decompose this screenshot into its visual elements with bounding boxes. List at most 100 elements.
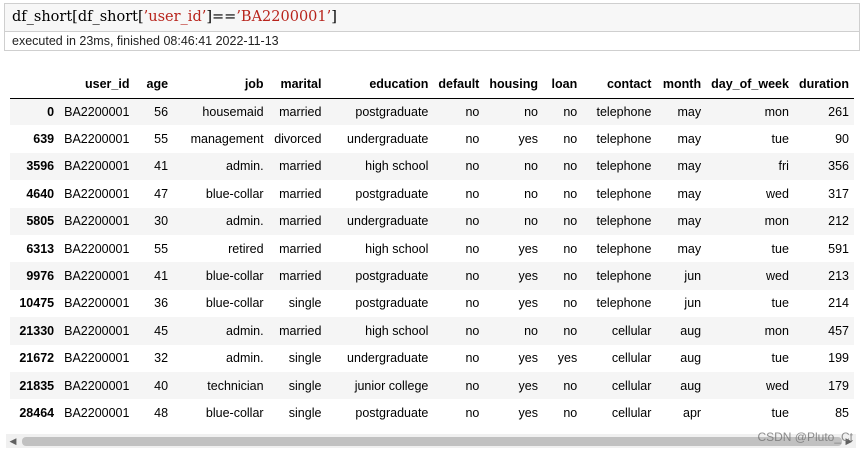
cell-default: no [465, 269, 480, 284]
cell-loan: no [563, 132, 578, 147]
cell-contact: telephone [596, 159, 652, 174]
cell-default: no [465, 405, 480, 420]
cell-loan: no [563, 186, 578, 201]
cell-user-id: BA2200001 [64, 241, 130, 256]
execution-info: executed in 23ms, finished 08:46:41 2022… [4, 32, 860, 51]
table-row: 21672 BA2200001 32 admin. single undergraduat… [10, 345, 854, 372]
cell-job: retired [228, 241, 264, 256]
cell-education: high school [365, 323, 429, 338]
dataframe-table: user_id age job marital education default hous… [10, 70, 854, 427]
cell-housing: yes [518, 378, 538, 393]
cell-day-of-week: tue [771, 241, 789, 256]
cell-duration: 591 [828, 241, 849, 256]
table-row: 6313 BA2200001 55 retired married high school… [10, 235, 854, 262]
scroll-thumb[interactable] [22, 437, 842, 446]
row-index: 4640 [26, 186, 55, 201]
code-cell-input[interactable]: df_short[df_short[’user_id’]==’BA2200001… [4, 3, 860, 32]
cell-default: no [465, 323, 480, 338]
cell-month: may [677, 104, 702, 119]
cell-contact: cellular [611, 378, 652, 393]
cell-contact: telephone [596, 104, 652, 119]
code-prefix: df_short[df_short[ [12, 9, 144, 25]
cell-education: undergraduate [347, 351, 429, 366]
cell-education: junior college [354, 378, 429, 393]
cell-marital: single [288, 378, 322, 393]
cell-housing: no [524, 214, 538, 229]
cell-contact: telephone [596, 214, 652, 229]
code-middle: ]== [206, 9, 237, 25]
cell-day-of-week: tue [771, 351, 789, 366]
cell-duration: 179 [828, 378, 849, 393]
cell-job: blue-collar [205, 186, 264, 201]
cell-day-of-week: mon [764, 104, 789, 119]
cell-education: high school [365, 159, 429, 174]
column-header-month: month [656, 70, 707, 99]
cell-month: aug [680, 351, 702, 366]
cell-housing: no [524, 104, 538, 119]
cell-month: may [677, 159, 702, 174]
cell-loan: no [563, 269, 578, 284]
cell-age: 47 [154, 186, 169, 201]
cell-housing: no [524, 186, 538, 201]
cell-day-of-week: tue [771, 132, 789, 147]
cell-day-of-week: mon [764, 323, 789, 338]
code-suffix: ] [331, 9, 337, 25]
cell-marital: married [279, 104, 322, 119]
cell-housing: yes [518, 241, 538, 256]
cell-job: blue-collar [205, 296, 264, 311]
cell-job: admin. [226, 351, 264, 366]
cell-user-id: BA2200001 [64, 405, 130, 420]
cell-duration: 356 [828, 159, 849, 174]
row-index: 21835 [19, 378, 55, 393]
cell-marital: single [288, 351, 322, 366]
table-row: 0 BA2200001 56 housemaid married postgraduate… [10, 98, 854, 126]
table-row: 10475 BA2200001 36 blue-collar single postgra… [10, 290, 854, 317]
cell-day-of-week: tue [771, 296, 789, 311]
cell-day-of-week: wed [766, 378, 789, 393]
cell-duration: 214 [828, 296, 849, 311]
cell-marital: married [279, 323, 322, 338]
cell-default: no [465, 351, 480, 366]
cell-contact: telephone [596, 296, 652, 311]
cell-contact: telephone [596, 241, 652, 256]
row-index: 28464 [19, 405, 55, 420]
cell-duration: 457 [828, 323, 849, 338]
cell-education: undergraduate [347, 214, 429, 229]
cell-contact: cellular [611, 405, 652, 420]
cell-month: may [677, 186, 702, 201]
row-index: 10475 [19, 296, 55, 311]
cell-month: aug [680, 378, 702, 393]
column-header-education: education [326, 70, 434, 99]
scroll-left-arrow-icon[interactable]: ◀ [6, 434, 20, 448]
cell-age: 45 [154, 323, 169, 338]
cell-job: management [190, 132, 264, 147]
cell-default: no [465, 214, 480, 229]
cell-marital: married [279, 214, 322, 229]
cell-duration: 317 [828, 186, 849, 201]
cell-loan: no [563, 214, 578, 229]
cell-age: 36 [154, 296, 169, 311]
cell-duration: 213 [828, 269, 849, 284]
row-index: 21672 [19, 351, 55, 366]
cell-user-id: BA2200001 [64, 269, 130, 284]
row-index: 0 [47, 104, 55, 119]
horizontal-scrollbar[interactable]: ◀ ▶ [6, 434, 856, 448]
code-string-value: ’BA2200001’ [236, 9, 332, 25]
cell-default: no [465, 159, 480, 174]
cell-marital: married [279, 159, 322, 174]
cell-marital: married [279, 241, 322, 256]
cell-day-of-week: wed [766, 186, 789, 201]
cell-marital: single [288, 296, 322, 311]
cell-marital: married [279, 186, 322, 201]
cell-user-id: BA2200001 [64, 186, 130, 201]
cell-education: high school [365, 241, 429, 256]
cell-month: may [677, 132, 702, 147]
cell-job: blue-collar [205, 405, 264, 420]
cell-loan: no [563, 323, 578, 338]
cell-duration: 199 [828, 351, 849, 366]
cell-age: 32 [154, 351, 169, 366]
cell-contact: telephone [596, 269, 652, 284]
cell-education: postgraduate [355, 104, 429, 119]
cell-user-id: BA2200001 [64, 214, 130, 229]
cell-housing: yes [518, 405, 538, 420]
